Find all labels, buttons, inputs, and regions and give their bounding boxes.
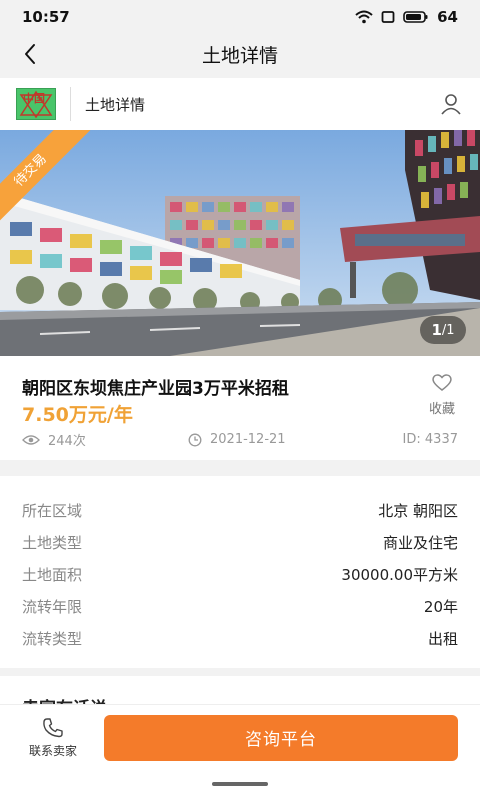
favorite-label: 收藏 [428,402,455,417]
brand-title: 土地详情 [85,95,146,114]
battery-level: 64 [437,8,458,26]
brand-bar: 中国 土地详情 [0,78,480,130]
pager-total: 1 [446,322,455,338]
attribute-value: 20年 [423,597,458,616]
attribute-label: 所在区域 [22,501,83,520]
publish-date: 2021-12-21 [172,432,403,447]
home-indicator[interactable] [212,782,268,786]
gesture-bar [0,770,480,800]
attribute-label: 流转类型 [22,629,83,648]
listing-meta-row: 244次 2021-12-21 ID: 4337 [22,430,458,449]
battery-icon [403,11,428,23]
brand-logo: 中国 [16,88,56,120]
view-count: 244次 [22,430,172,449]
land-attributes: 所在区域 北京 朝阳区 土地类型 商业及住宅 土地面积 30000.00平方米 … [0,476,480,668]
status-bar: 10:57 64 [0,0,480,34]
attribute-row-land-type: 土地类型 商业及住宅 [22,526,458,558]
attribute-value: 出租 [427,629,458,648]
clock-icon [188,433,202,446]
logo-text: 中国 [23,92,45,105]
pager-current: 1 [431,321,442,339]
screen-icon [381,11,395,23]
eye-icon [22,434,40,445]
status-icons: 64 [355,8,458,26]
image-pager: 1 / 1 [420,316,466,344]
view-count-text: 244次 [48,434,86,449]
attribute-label: 土地面积 [22,565,83,584]
attribute-label: 流转年限 [22,597,83,616]
status-time: 10:57 [22,8,70,26]
attribute-row-area: 土地面积 30000.00平方米 [22,558,458,590]
phone-icon [43,718,63,738]
listing-title: 朝阳区东坝焦庄产业园3万平米招租 [22,379,289,399]
contact-seller-button[interactable]: 联系卖家 [20,716,86,759]
listing-id: ID: 4337 [402,432,458,447]
attribute-value: 30000.00平方米 [341,565,458,584]
publish-date-text: 2021-12-21 [210,432,286,447]
building-photo [0,130,480,356]
attribute-value: 北京 朝阳区 [378,501,458,520]
wifi-icon [355,10,373,24]
back-arrow-icon [25,44,35,64]
heart-icon [432,374,452,391]
brand-divider [70,87,71,121]
attribute-row-term: 流转年限 20年 [22,590,458,622]
page-title: 土地详情 [201,44,278,67]
hero-image-carousel[interactable]: 待交易 1 / 1 [0,130,480,356]
contact-seller-label: 联系卖家 [28,744,77,758]
favorite-button[interactable]: 收藏 [424,372,460,417]
listing-info-card: 朝阳区东坝焦庄产业园3万平米招租 7.50万元/年 收藏 244次 2021-1… [0,356,480,460]
back-button[interactable] [14,38,46,70]
attribute-row-region: 所在区域 北京 朝阳区 [22,494,458,526]
attribute-row-transfer-type: 流转类型 出租 [22,622,458,654]
listing-price: 7.50万元/年 [22,404,133,426]
bottom-action-bar: 联系卖家 咨询平台 [0,704,480,770]
user-profile-button[interactable] [438,91,464,117]
consult-platform-button[interactable]: 咨询平台 [104,714,458,761]
user-icon [441,94,461,115]
attribute-label: 土地类型 [22,533,83,552]
navigation-bar: 土地详情 [0,34,480,74]
attribute-value: 商业及住宅 [382,533,458,552]
